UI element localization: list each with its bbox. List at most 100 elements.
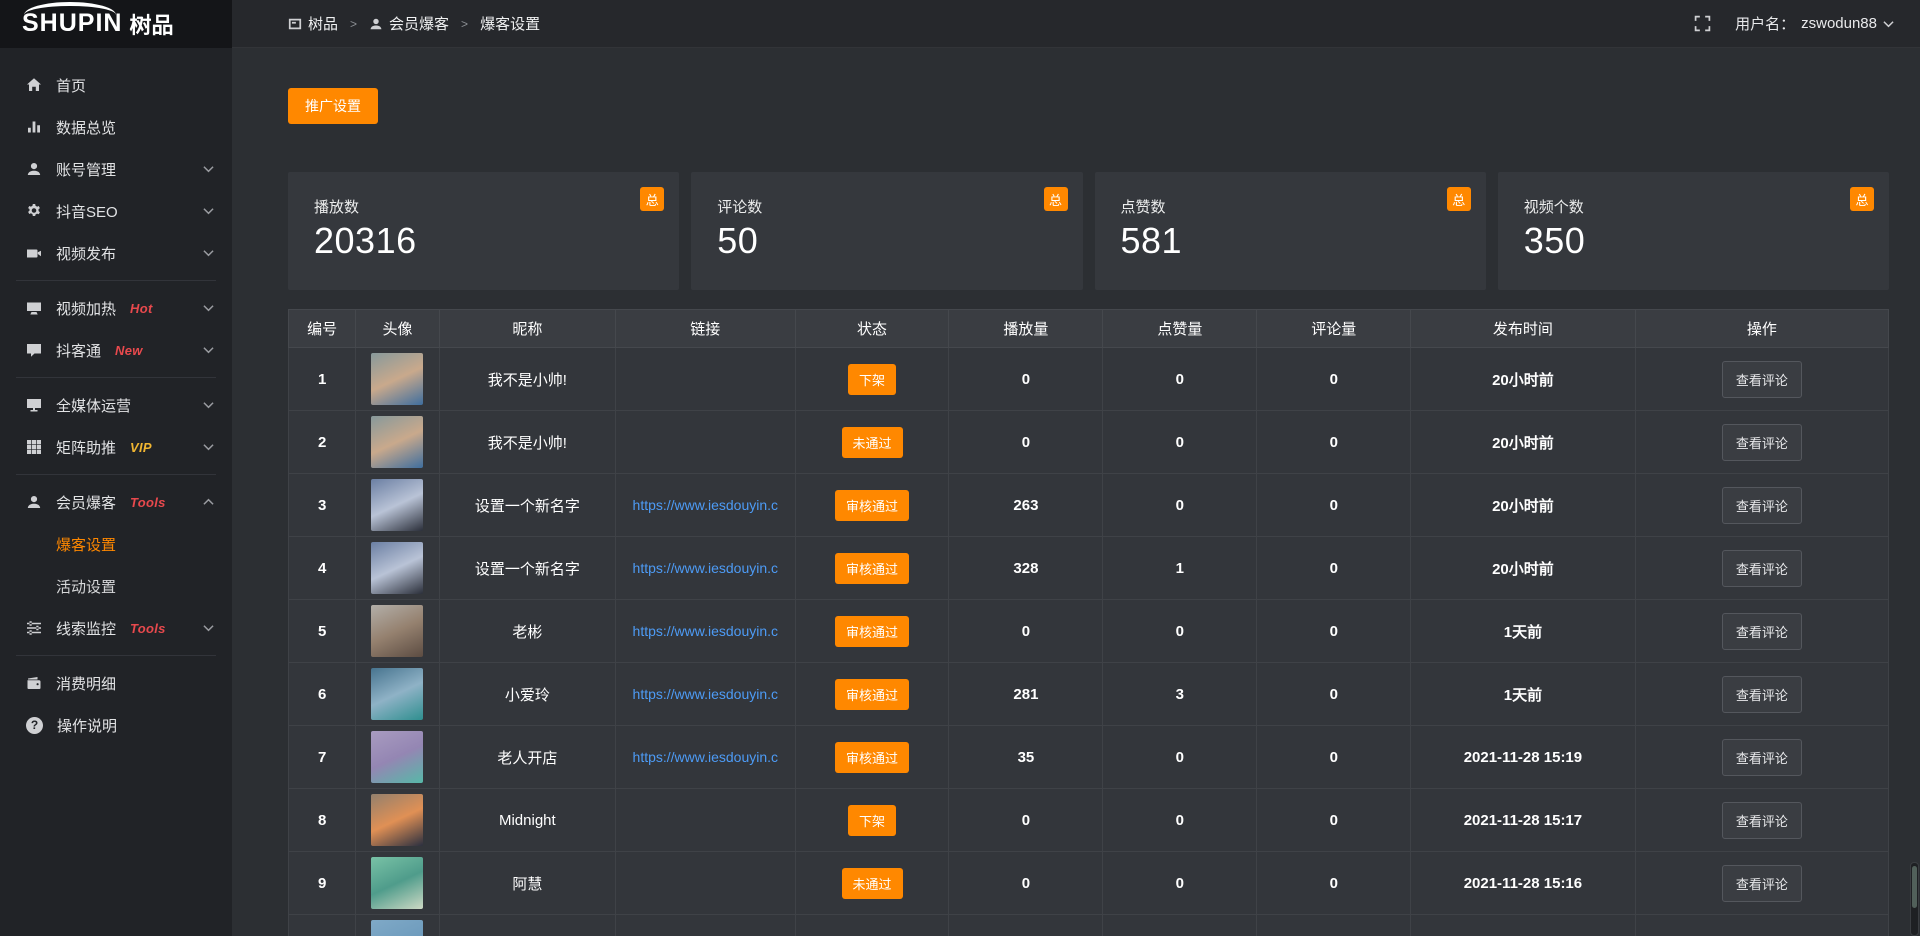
stat-value: 350 xyxy=(1524,220,1869,262)
cell-number: 7 xyxy=(289,726,356,789)
table-row: 6小爱玲https://www.iesdouyin.c审核通过281301天前查… xyxy=(289,663,1889,726)
promo-settings-button[interactable]: 推广设置 xyxy=(288,88,378,124)
cell-status: 下架 xyxy=(795,348,949,411)
view-comments-button[interactable]: 查看评论 xyxy=(1722,739,1802,776)
avatar xyxy=(371,605,423,657)
fullscreen-icon[interactable] xyxy=(1694,15,1711,32)
user-menu[interactable]: 用户名：zswodun88 xyxy=(1735,13,1894,34)
cell-number: 6 xyxy=(289,663,356,726)
topbar: SHUPIN 树品 树品>会员爆客>爆客设置 用户名：zswodun88 xyxy=(0,0,1920,48)
chevron-down-icon xyxy=(203,443,214,451)
video-link[interactable]: https://www.iesdouyin.c xyxy=(633,749,779,765)
user-icon xyxy=(369,17,383,31)
view-comments-button[interactable]: 查看评论 xyxy=(1722,613,1802,650)
status-badge: 下架 xyxy=(848,805,896,836)
sidebar-item-account-management[interactable]: 账号管理 xyxy=(0,148,232,190)
view-comments-button[interactable]: 查看评论 xyxy=(1722,487,1802,524)
sidebar-item-consumption-details[interactable]: 消费明细 xyxy=(0,662,232,704)
sidebar-item-member-baoke[interactable]: 会员爆客Tools xyxy=(0,481,232,523)
cell-publish-time: 1天前 xyxy=(1411,663,1635,726)
cell-action: 查看评论 xyxy=(1635,348,1888,411)
cell-action: 查看评论 xyxy=(1635,789,1888,852)
sidebar-item-label: 消费明细 xyxy=(56,673,116,694)
sidebar-item-douyin-seo[interactable]: 抖音SEO xyxy=(0,190,232,232)
sidebar-item-video-heat[interactable]: 视频加热Hot xyxy=(0,287,232,329)
chevron-down-icon xyxy=(203,249,214,257)
breadcrumb-member-baoke[interactable]: 会员爆客 xyxy=(369,13,449,34)
sidebar-item-clue-monitor[interactable]: 线索监控Tools xyxy=(0,607,232,649)
stat-label: 点赞数 xyxy=(1121,196,1466,217)
cell-link: https://www.iesdouyin.c xyxy=(616,726,796,789)
status-badge: 未通过 xyxy=(842,868,903,899)
video-link[interactable]: https://www.iesdouyin.c xyxy=(633,623,779,639)
total-badge: 总 xyxy=(1044,187,1068,211)
sidebar-subitem-baoke-settings[interactable]: 爆客设置 xyxy=(0,523,232,565)
gear-icon xyxy=(26,203,42,219)
cell-action xyxy=(1635,915,1888,936)
sidebar-item-operation-guide[interactable]: ?操作说明 xyxy=(0,704,232,746)
breadcrumb-baoke-settings[interactable]: 爆客设置 xyxy=(480,13,540,34)
sidebar-subitem-label: 爆客设置 xyxy=(56,534,116,555)
sidebar-item-matrix-boost[interactable]: 矩阵助推VIP xyxy=(0,426,232,468)
sidebar-item-data-overview[interactable]: 数据总览 xyxy=(0,106,232,148)
sidebar-subitem-activity-settings[interactable]: 活动设置 xyxy=(0,565,232,607)
view-comments-button[interactable]: 查看评论 xyxy=(1722,361,1802,398)
cell-comment-count: 0 xyxy=(1257,726,1411,789)
cell-avatar xyxy=(356,348,439,411)
view-comments-button[interactable]: 查看评论 xyxy=(1722,424,1802,461)
cell-link xyxy=(616,789,796,852)
scrollbar-thumb[interactable] xyxy=(1912,866,1917,908)
video-link[interactable]: https://www.iesdouyin.c xyxy=(633,560,779,576)
video-link[interactable]: https://www.iesdouyin.c xyxy=(633,686,779,702)
view-comments-button[interactable]: 查看评论 xyxy=(1722,676,1802,713)
total-badge: 总 xyxy=(640,187,664,211)
column-header: 链接 xyxy=(616,310,796,348)
cell-nickname: 我不是小帅! xyxy=(439,411,615,474)
cell-link: https://www.iesdouyin.c xyxy=(616,474,796,537)
stat-value: 20316 xyxy=(314,220,659,262)
cell-play-count: 0 xyxy=(949,411,1103,474)
cell-comment-count: 0 xyxy=(1257,852,1411,915)
chevron-down-icon xyxy=(203,401,214,409)
badge-new: New xyxy=(115,343,143,358)
view-comments-button[interactable]: 查看评论 xyxy=(1722,802,1802,839)
cell-number: 9 xyxy=(289,852,356,915)
sidebar-item-label: 账号管理 xyxy=(56,159,116,180)
view-comments-button[interactable]: 查看评论 xyxy=(1722,865,1802,902)
badge-tools: Tools xyxy=(130,621,166,636)
cell-action: 查看评论 xyxy=(1635,600,1888,663)
cell-play-count: 35 xyxy=(949,726,1103,789)
cell-like-count xyxy=(1103,915,1257,936)
table-row: 5老彬https://www.iesdouyin.c审核通过0001天前查看评论 xyxy=(289,600,1889,663)
chevron-down-icon xyxy=(203,165,214,173)
column-header: 发布时间 xyxy=(1411,310,1635,348)
status-badge: 审核通过 xyxy=(835,679,909,710)
cell-avatar xyxy=(356,600,439,663)
status-badge: 未通过 xyxy=(842,427,903,458)
cell-publish-time: 20小时前 xyxy=(1411,537,1635,600)
cell-number xyxy=(289,915,356,936)
sidebar-item-label: 首页 xyxy=(56,75,86,96)
scrollbar[interactable] xyxy=(1910,862,1919,936)
cell-number: 5 xyxy=(289,600,356,663)
username-value: zswodun88 xyxy=(1801,15,1877,32)
sidebar-item-home[interactable]: 首页 xyxy=(0,64,232,106)
cell-number: 1 xyxy=(289,348,356,411)
view-comments-button[interactable]: 查看评论 xyxy=(1722,550,1802,587)
cell-action: 查看评论 xyxy=(1635,474,1888,537)
sidebar-item-all-media-operation[interactable]: 全媒体运营 xyxy=(0,384,232,426)
cell-nickname: Midnight xyxy=(439,789,615,852)
sidebar-item-video-publish[interactable]: 视频发布 xyxy=(0,232,232,274)
breadcrumb-shupin[interactable]: 树品 xyxy=(288,13,338,34)
cell-link xyxy=(616,852,796,915)
cell-like-count: 0 xyxy=(1103,348,1257,411)
avatar xyxy=(371,920,423,936)
cell-nickname: 我不是小帅! xyxy=(439,348,615,411)
stat-card-like-count: 点赞数581总 xyxy=(1095,172,1486,290)
sidebar-item-douketong[interactable]: 抖客通New xyxy=(0,329,232,371)
avatar xyxy=(371,668,423,720)
topbar-right: 用户名：zswodun88 xyxy=(1694,13,1894,34)
home-icon xyxy=(26,77,42,93)
cell-number: 2 xyxy=(289,411,356,474)
video-link[interactable]: https://www.iesdouyin.c xyxy=(633,497,779,513)
